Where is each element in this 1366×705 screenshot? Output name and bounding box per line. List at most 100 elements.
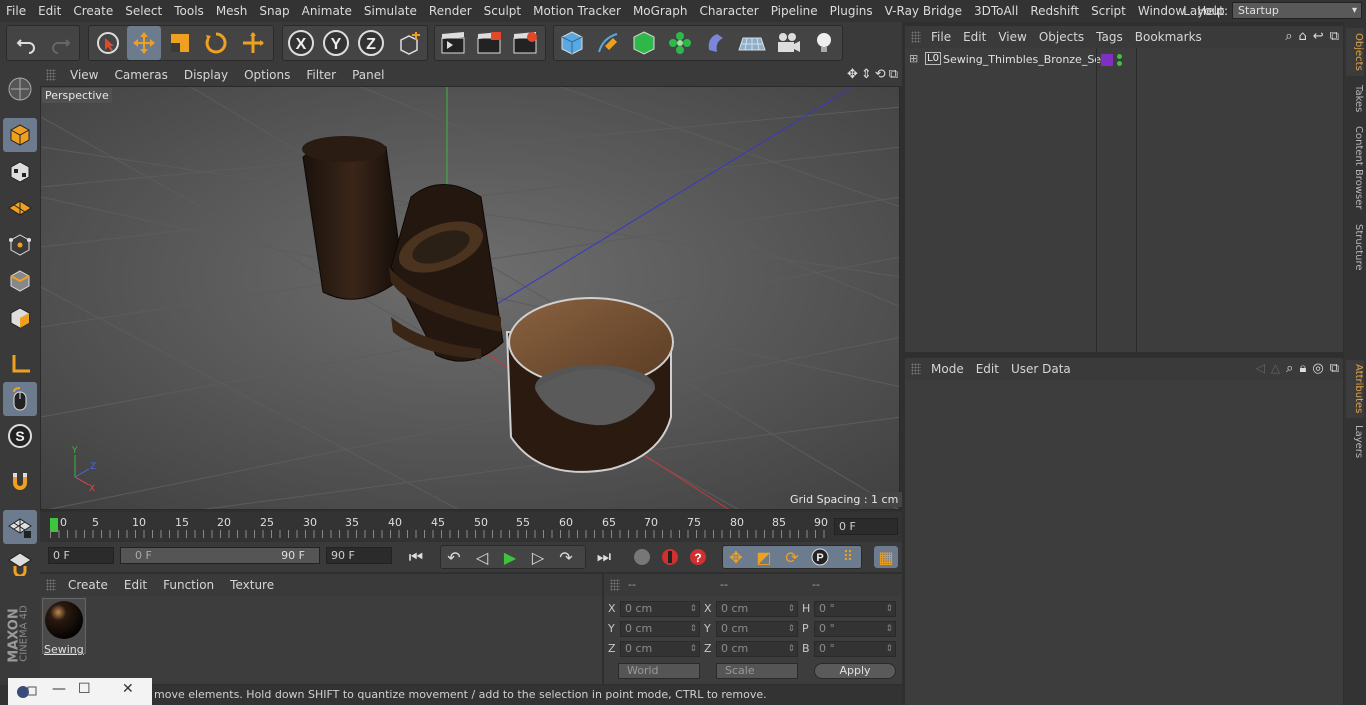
viewport-menu-options[interactable]: Options: [236, 68, 298, 82]
texture-mode-button[interactable]: [3, 155, 37, 189]
objects-menu-objects[interactable]: Objects: [1033, 30, 1090, 44]
current-frame-field[interactable]: 0 F: [834, 518, 898, 535]
object-name[interactable]: Sewing_Thimbles_Bronze_Set: [943, 53, 1105, 66]
tab-takes[interactable]: Takes: [1346, 82, 1364, 116]
menu-character[interactable]: Character: [693, 4, 764, 18]
coordinate-mode-dropdown[interactable]: World: [618, 663, 700, 679]
material-menu-texture[interactable]: Texture: [222, 578, 282, 592]
menu-vray-bridge[interactable]: V-Ray Bridge: [879, 4, 968, 18]
light-button[interactable]: [807, 26, 841, 60]
target-icon[interactable]: ◎: [1312, 361, 1323, 376]
pos-x-field[interactable]: 0 cm: [620, 601, 700, 617]
menu-render[interactable]: Render: [423, 4, 478, 18]
attributes-menu-user-data[interactable]: User Data: [1005, 362, 1077, 376]
rot-h-field[interactable]: 0 °: [814, 601, 896, 617]
pos-z-field[interactable]: 0 cm: [620, 641, 700, 657]
objects-menu-view[interactable]: View: [992, 30, 1032, 44]
render-picture-viewer-button[interactable]: [472, 26, 506, 60]
rotate-tool-button[interactable]: [199, 26, 233, 60]
menu-simulate[interactable]: Simulate: [358, 4, 423, 18]
previous-key-button[interactable]: ↶: [442, 546, 466, 568]
floor-button[interactable]: [735, 26, 769, 60]
tab-attributes[interactable]: Attributes: [1346, 360, 1364, 418]
orbit-icon[interactable]: ⟲: [875, 67, 886, 82]
viewport-menu-cameras[interactable]: Cameras: [106, 68, 175, 82]
tab-objects[interactable]: Objects: [1346, 28, 1364, 76]
size-y-field[interactable]: 0 cm: [716, 621, 798, 637]
menu-script[interactable]: Script: [1085, 4, 1132, 18]
maximize-icon[interactable]: ☐: [78, 681, 91, 697]
previous-frame-button[interactable]: ◁: [470, 546, 494, 568]
snap-settings-button[interactable]: S: [3, 419, 37, 453]
workplane-lock-button[interactable]: [3, 510, 37, 544]
maximize-view-icon[interactable]: ⧉: [889, 67, 898, 82]
key-scale-button[interactable]: ◩: [752, 546, 776, 568]
objects-menu-edit[interactable]: Edit: [957, 30, 992, 44]
render-settings-button[interactable]: [508, 26, 542, 60]
record-disabled-button[interactable]: [630, 546, 654, 568]
y-axis-button[interactable]: Y: [319, 26, 353, 60]
key-pla-button[interactable]: ⠿: [836, 546, 860, 568]
objects-menu-tags[interactable]: Tags: [1090, 30, 1129, 44]
menu-plugins[interactable]: Plugins: [824, 4, 879, 18]
material-menu-function[interactable]: Function: [155, 578, 222, 592]
menu-animate[interactable]: Animate: [296, 4, 358, 18]
timeline-window-button[interactable]: ▦: [874, 546, 898, 568]
attributes-menu-mode[interactable]: Mode: [925, 362, 970, 376]
perspective-viewport[interactable]: Y Z X: [40, 86, 900, 510]
material-swatch[interactable]: Sewing: [42, 598, 86, 656]
camera-button[interactable]: [771, 26, 805, 60]
subdivision-button[interactable]: [627, 26, 661, 60]
objects-menu-bookmarks[interactable]: Bookmarks: [1129, 30, 1208, 44]
next-key-button[interactable]: ↷: [554, 546, 578, 568]
deformer-button[interactable]: [699, 26, 733, 60]
pan-icon[interactable]: ✥: [847, 67, 858, 82]
locked-workplane-button[interactable]: [3, 546, 37, 580]
new-window-icon[interactable]: ⧉: [1330, 29, 1339, 44]
polygons-mode-button[interactable]: [3, 301, 37, 335]
render-view-button[interactable]: [436, 26, 470, 60]
tab-content-browser[interactable]: Content Browser: [1346, 122, 1364, 214]
render-visibility-dot[interactable]: [1117, 61, 1122, 66]
scale-tool-button[interactable]: [163, 26, 197, 60]
layout-dropdown[interactable]: Startup: [1232, 2, 1362, 19]
expand-toggle-icon[interactable]: ⊞: [909, 52, 918, 65]
nav-up-icon[interactable]: △: [1271, 361, 1280, 376]
menu-pipeline[interactable]: Pipeline: [765, 4, 824, 18]
go-to-start-button[interactable]: ⏮: [404, 546, 428, 568]
menu-mograph[interactable]: MoGraph: [627, 4, 694, 18]
autokey-button[interactable]: [658, 546, 682, 568]
timeline-ruler[interactable]: 0 5 10 15 20 25 30 35 40 45 50 55 60 65 …: [40, 512, 902, 542]
cinema4d-app-icon[interactable]: [16, 684, 38, 700]
apply-button[interactable]: Apply: [814, 663, 896, 679]
x-axis-button[interactable]: X: [284, 26, 318, 60]
go-to-end-button[interactable]: ⏭: [592, 546, 616, 568]
start-frame-field[interactable]: 0 F: [48, 547, 114, 564]
transform-tool-button[interactable]: [236, 26, 270, 60]
key-rotation-button[interactable]: ⟳: [780, 546, 804, 568]
pen-spline-button[interactable]: [591, 26, 625, 60]
next-frame-button[interactable]: ▷: [526, 546, 550, 568]
tab-layers[interactable]: Layers: [1346, 424, 1364, 460]
search-icon[interactable]: ⌕: [1285, 29, 1292, 44]
live-selection-button[interactable]: [91, 26, 125, 60]
menu-motion-tracker[interactable]: Motion Tracker: [527, 4, 627, 18]
preview-range-slider[interactable]: 0 F 90 F: [120, 547, 320, 564]
axis-mode-button[interactable]: [3, 347, 37, 381]
coordinate-system-button[interactable]: [392, 26, 426, 60]
size-z-field[interactable]: 0 cm: [716, 641, 798, 657]
model-mode-button[interactable]: [3, 118, 37, 152]
key-parameter-button[interactable]: P: [808, 546, 832, 568]
rot-p-field[interactable]: 0 °: [814, 621, 896, 637]
undo-button[interactable]: [9, 26, 43, 60]
viewport-menu-filter[interactable]: Filter: [298, 68, 344, 82]
layer-color-swatch[interactable]: [1101, 54, 1113, 66]
pos-y-field[interactable]: 0 cm: [620, 621, 700, 637]
menu-create[interactable]: Create: [67, 4, 119, 18]
move-tool-button[interactable]: [127, 26, 161, 60]
minimize-icon[interactable]: —: [52, 681, 66, 697]
bronze-band[interactable]: [505, 297, 674, 473]
menu-redshift[interactable]: Redshift: [1024, 4, 1085, 18]
edges-mode-button[interactable]: [3, 264, 37, 298]
lock-icon[interactable]: 🔒︎: [1299, 361, 1306, 376]
